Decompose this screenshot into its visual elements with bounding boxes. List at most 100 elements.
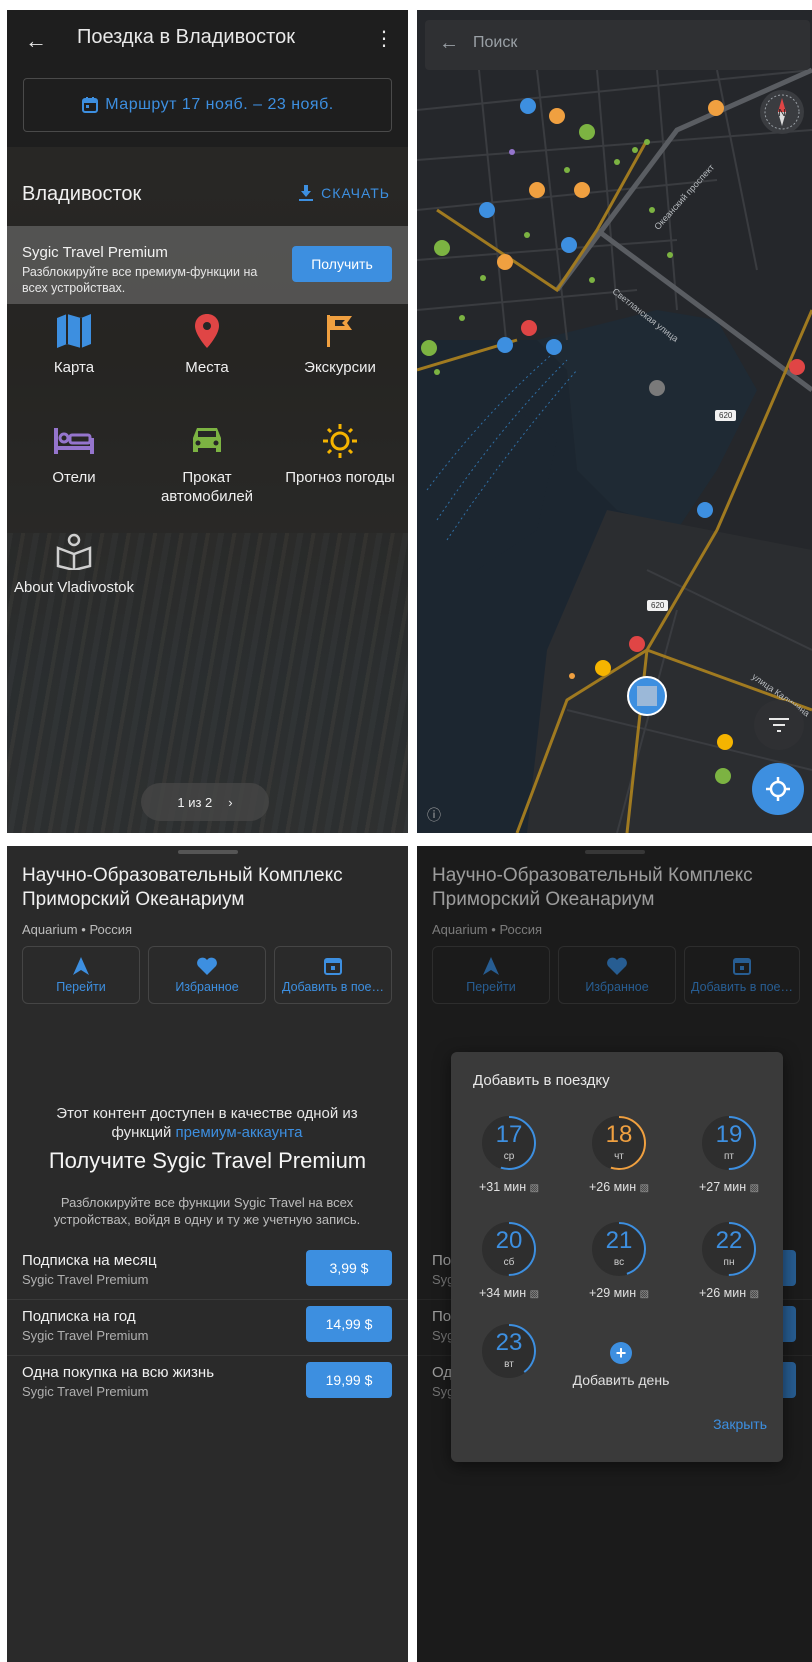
filter-button[interactable]	[754, 700, 804, 750]
top-bar: ← Поездка в Владивосток ⋮ Маршрут 17 ноя…	[7, 10, 408, 147]
pager[interactable]: 1 из 2 ›	[141, 783, 269, 821]
my-location-button[interactable]	[752, 763, 804, 815]
tile-label: Прокат автомобилей	[160, 469, 254, 505]
premium-subtitle: Разблокируйте все премиум-функции на все…	[22, 265, 258, 295]
get-premium-button[interactable]: Получить	[292, 246, 392, 282]
day-option[interactable]: 22 пн +26 мин ▧	[679, 1220, 779, 1300]
subscription-sub: Sygic Travel Premium	[22, 1384, 149, 1399]
subscription-name: Подписка на месяц	[22, 1252, 157, 1269]
add-to-trip-dialog: Добавить в поездку 17 ср +31 мин ▧ 18 чт +26 …	[451, 1052, 783, 1462]
crosshair-icon	[766, 777, 790, 801]
info-icon[interactable]: ⓘ	[427, 805, 441, 825]
trip-title: Поездка в Владивосток	[77, 26, 295, 48]
subscription-name: Одна покупка на всю жизнь	[22, 1364, 215, 1381]
map-search-bar[interactable]: ← Поиск	[425, 20, 810, 70]
subscription-row: Подписка на год Sygic Travel Premium 14,…	[7, 1300, 408, 1356]
subscription-sub: Sygic Travel Premium	[22, 1272, 149, 1287]
day-weekday: пн	[723, 1257, 735, 1268]
premium-title: Sygic Travel Premium	[22, 244, 168, 261]
day-option[interactable]: 21 вс +29 мин ▧	[569, 1220, 669, 1300]
sheet-handle[interactable]	[177, 850, 238, 854]
download-button[interactable]: СКАЧАТЬ	[299, 185, 390, 201]
action-label: Избранное	[175, 980, 239, 994]
day-option[interactable]: 17 ср +31 мин ▧	[459, 1114, 559, 1194]
road-shield: 620	[647, 600, 669, 611]
subscription-row: Подписка на месяц Sygic Travel Premium 3…	[7, 1244, 408, 1300]
tile-about-city[interactable]: About Vladivostok	[7, 532, 141, 597]
more-menu-icon[interactable]: ⋮	[374, 26, 394, 51]
poi-detail-screen: Научно-Образовательный Комплекс Приморск…	[7, 846, 408, 1662]
premium-offer-heading: Получите Sygic Travel Premium	[48, 1148, 367, 1173]
navigate-button[interactable]: Перейти	[22, 946, 140, 1004]
subscription-sub: Sygic Travel Premium	[22, 1328, 149, 1343]
car-icon: ▧	[749, 1289, 760, 1300]
tile-label: Прогноз погоды	[285, 469, 395, 486]
day-duration: +26 мин ▧	[698, 1286, 760, 1300]
tile-weather[interactable]: Прогноз погоды	[273, 422, 407, 487]
poi-meta: Aquarium • Россия	[22, 922, 133, 937]
add-to-trip-button[interactable]: Добавить в пое…	[274, 946, 392, 1004]
day-ring: 22 пн	[700, 1220, 758, 1278]
day-number: 22	[715, 1227, 743, 1254]
day-duration: +29 мин ▧	[588, 1286, 650, 1300]
day-number: 21	[605, 1227, 633, 1254]
price-button[interactable]: 3,99 $	[306, 1250, 392, 1286]
search-input[interactable]: Поиск	[473, 34, 517, 52]
tile-map[interactable]: Карта	[7, 312, 141, 377]
day-number: 18	[605, 1121, 633, 1148]
svg-text:N: N	[778, 108, 785, 119]
add-day-button[interactable]: + Добавить день	[561, 1342, 681, 1388]
city-map[interactable]	[417, 10, 812, 833]
day-weekday: сб	[503, 1257, 515, 1268]
location-pin-icon	[195, 314, 219, 348]
navigation-arrow-icon	[73, 957, 89, 975]
route-dates-button[interactable]: Маршрут 17 нояб. – 23 нояб.	[23, 78, 392, 132]
car-icon: ▧	[639, 1183, 650, 1194]
poi-country: Россия	[89, 922, 133, 937]
filter-icon	[769, 718, 789, 732]
day-duration: +26 мин ▧	[588, 1180, 650, 1194]
calendar-icon	[324, 958, 342, 975]
heart-icon	[197, 957, 217, 975]
poi-title: Научно-Образовательный Комплекс Приморск…	[22, 865, 343, 910]
flag-icon	[327, 315, 352, 347]
poi-category: Aquarium	[22, 922, 78, 937]
day-duration: +34 мин ▧	[478, 1286, 540, 1300]
car-icon: ▧	[529, 1183, 540, 1194]
day-option[interactable]: 20 сб +34 мин ▧	[459, 1220, 559, 1300]
price-button[interactable]: 14,99 $	[306, 1306, 392, 1342]
map-icon	[57, 314, 91, 348]
car-icon: ▧	[639, 1289, 650, 1300]
close-button[interactable]: Закрыть	[713, 1416, 767, 1432]
tile-tours[interactable]: Экскурсии	[273, 312, 407, 377]
day-option[interactable]: 18 чт +26 мин ▧	[569, 1114, 669, 1194]
tile-hotels[interactable]: Отели	[7, 422, 141, 487]
book-reader-icon	[56, 533, 92, 570]
day-duration: +31 мин ▧	[478, 1180, 540, 1194]
day-ring: 21 вс	[590, 1220, 648, 1278]
tile-label: About Vladivostok	[13, 579, 135, 596]
dialog-title: Добавить в поездку	[473, 1072, 610, 1089]
trip-overview-screen: ← Поездка в Владивосток ⋮ Маршрут 17 ноя…	[7, 10, 408, 833]
day-ring: 18 чт	[590, 1114, 648, 1172]
action-label: Добавить в пое…	[281, 980, 384, 994]
premium-banner: Sygic Travel Premium Разблокируйте все п…	[7, 226, 408, 304]
download-label: СКАЧАТЬ	[321, 185, 390, 201]
tile-places[interactable]: Места	[140, 312, 274, 377]
premium-account-link[interactable]: премиум-аккаунта	[176, 1124, 303, 1141]
day-option[interactable]: 19 пт +27 мин ▧	[679, 1114, 779, 1194]
chevron-right-icon[interactable]: ›	[228, 795, 232, 810]
route-dates-label: Маршрут 17 нояб. – 23 нояб.	[105, 96, 334, 113]
day-ring: 20 сб	[480, 1220, 538, 1278]
road-shield: 620	[715, 410, 737, 421]
day-weekday: пт	[724, 1151, 734, 1162]
back-arrow-icon[interactable]: ←	[25, 28, 47, 54]
price-button[interactable]: 19,99 $	[306, 1362, 392, 1398]
tile-car-rental[interactable]: Прокат автомобилей	[140, 422, 274, 506]
calendar-icon	[82, 97, 99, 113]
plus-icon: +	[610, 1342, 632, 1364]
favorite-button[interactable]: Избранное	[148, 946, 266, 1004]
day-option[interactable]: 23 вт	[459, 1322, 559, 1380]
back-arrow-icon[interactable]: ←	[439, 32, 459, 55]
compass-button[interactable]: N	[760, 90, 804, 134]
